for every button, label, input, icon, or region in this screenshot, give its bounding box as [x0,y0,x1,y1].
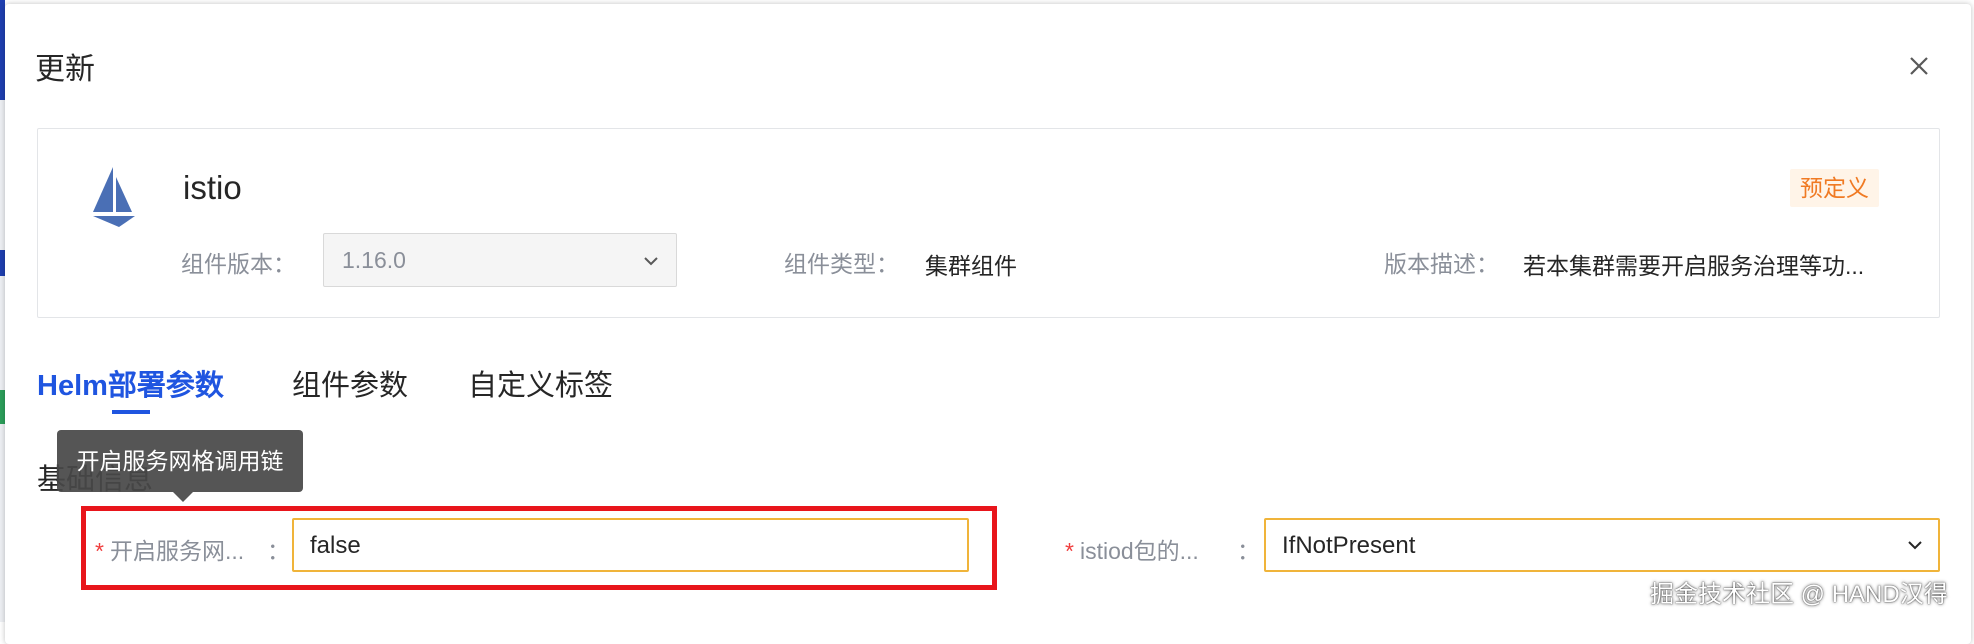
field-colon: ： [1237,538,1260,564]
tab-custom-labels[interactable]: 自定义标签 [468,362,613,404]
description-label: 版本描述： [1384,251,1499,277]
version-label: 组件版本： [181,251,296,277]
watermark: 掘金技术社区 @ HAND汉得 [1650,581,1948,608]
chevron-down-icon [1908,541,1922,550]
tab-component-params[interactable]: 组件参数 [292,362,408,404]
update-dialog: 更新 istio 预定义 组件版本： 1.16.0 组件类型： 集群组件 版本描… [5,4,1971,644]
component-name: istio [183,169,242,206]
type-label: 组件类型： [784,251,899,277]
field-label-text: 开启服务网... [109,538,245,564]
version-value: 1.16.0 [342,247,406,273]
required-mark: * [1065,538,1074,564]
required-mark: * [95,538,104,564]
component-info-card: istio 预定义 组件版本： 1.16.0 组件类型： 集群组件 版本描述： … [37,128,1940,318]
trace-value-input[interactable]: false [292,518,969,572]
description-value: 若本集群需要开启服务治理等功... [1523,253,1865,279]
field-label-pull-policy: * istiod包的... [1065,532,1199,566]
field-colon: ： [267,538,290,564]
active-tab-indicator [112,410,150,414]
close-icon[interactable] [1905,52,1933,80]
pull-policy-select[interactable]: IfNotPresent [1264,518,1940,572]
field-tooltip: 开启服务网格调用链 [57,430,303,492]
tab-helm-params[interactable]: Helm部署参数 [37,362,224,404]
istio-logo-icon [93,167,135,227]
version-select[interactable]: 1.16.0 [323,233,677,287]
type-value: 集群组件 [925,253,1017,279]
dialog-title: 更新 [35,53,95,86]
chevron-down-icon [644,257,658,266]
input-value: false [310,532,361,559]
tooltip-arrow [173,492,193,502]
predefined-badge: 预定义 [1790,169,1879,207]
field-label-text: istiod包的... [1079,538,1199,564]
field-label-trace: * 开启服务网... [95,532,244,566]
select-value: IfNotPresent [1282,532,1416,559]
